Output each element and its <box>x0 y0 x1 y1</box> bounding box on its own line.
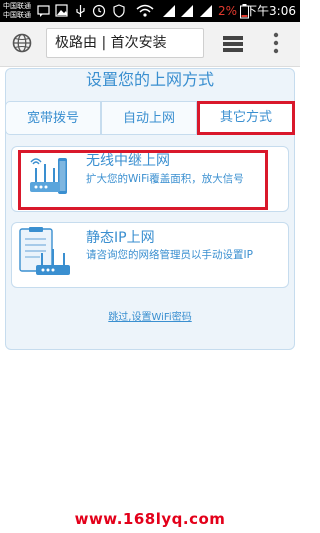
tab-other[interactable]: 其它方式 <box>197 101 295 135</box>
skip-link[interactable]: 跳过,设置WiFi密码 <box>0 311 300 325</box>
more-icon[interactable] <box>273 32 279 54</box>
page-title: 设置您的上网方式 <box>85 70 214 89</box>
signal-icon-2 <box>181 5 193 17</box>
usb-icon <box>76 5 85 17</box>
battery-percent: 2% <box>217 4 237 18</box>
watermark: www.168lyq.com <box>74 510 226 528</box>
signal-icon-3 <box>200 5 212 17</box>
tab-dhcp[interactable]: 自动上网 <box>101 101 197 135</box>
image-icon <box>55 4 68 17</box>
status-bar: 中国联通 中国联通 2% 下午3:06 <box>0 0 300 22</box>
option-desc-static-ip: 请咨询您的网络管理员以手动设置IP <box>86 249 253 261</box>
clock-icon <box>92 4 106 18</box>
carrier-labels: 中国联通 中国联通 <box>3 2 31 20</box>
url-field[interactable]: 极路由 | 首次安装 <box>46 28 204 58</box>
globe-icon[interactable] <box>12 33 32 53</box>
clock-time: 下午3:06 <box>245 4 296 18</box>
signal-icon <box>163 5 175 17</box>
browser-toolbar: 极路由 | 首次安装 <box>0 22 300 67</box>
carrier-1: 中国联通 <box>3 2 31 10</box>
message-icon <box>37 5 50 17</box>
wifi-icon <box>136 4 154 17</box>
connection-tabs: 宽带拨号 自动上网 其它方式 <box>5 101 295 135</box>
carrier-2: 中国联通 <box>3 11 31 19</box>
shield-icon <box>113 4 125 18</box>
tab-pppoe[interactable]: 宽带拨号 <box>5 101 101 135</box>
static-ip-icon <box>19 227 70 275</box>
option-title-static-ip: 静态IP上网 <box>86 230 155 246</box>
highlight-box <box>18 150 268 210</box>
stack-icon[interactable] <box>222 34 244 54</box>
